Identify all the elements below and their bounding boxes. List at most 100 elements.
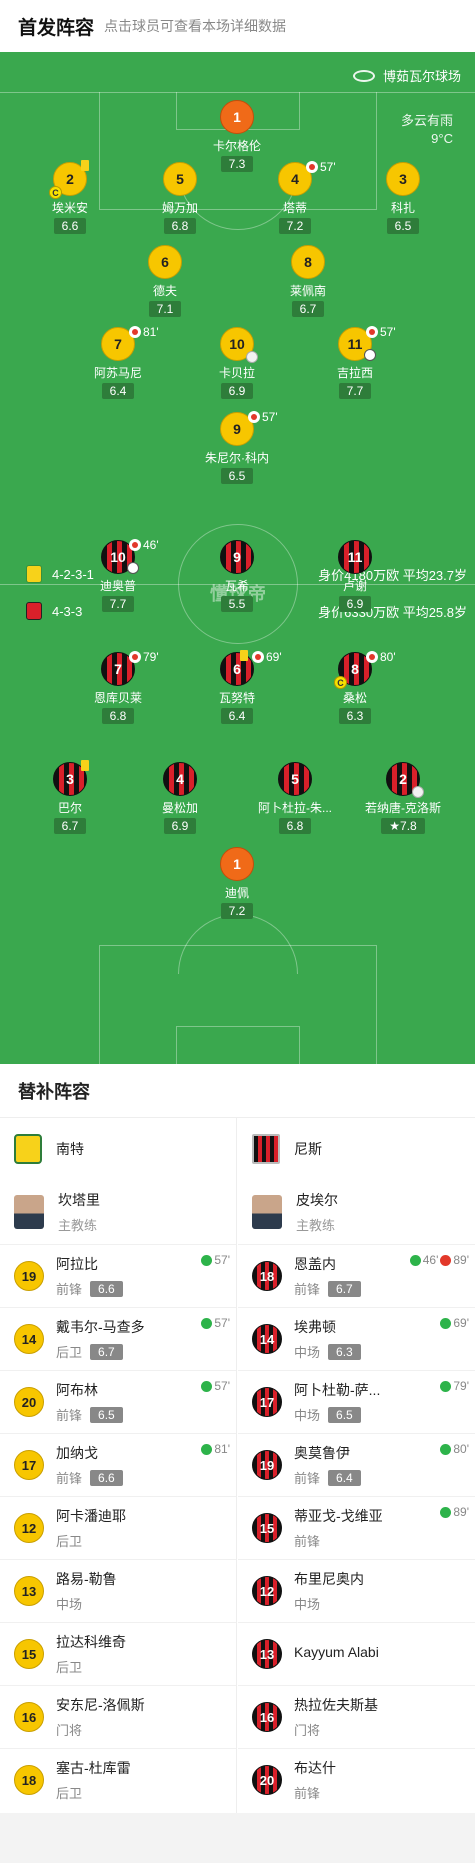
player-name: 德夫 xyxy=(152,284,177,298)
sub-player-meta: 前锋 6.5 xyxy=(56,1405,123,1424)
sub-in-icon xyxy=(409,1254,421,1266)
sub-number-circle: 15 xyxy=(14,1639,44,1669)
sub-player-rating: 6.7 xyxy=(328,1280,361,1297)
sub-player-row[interactable]: 16 热拉佐夫斯基 门将 xyxy=(238,1685,475,1748)
sub-player-row[interactable]: 20 布达什 前锋 xyxy=(238,1748,475,1811)
sub-out-icon xyxy=(440,1254,452,1266)
sub-player-row[interactable]: 19 奥莫鲁伊 前锋 6.4 80' xyxy=(238,1433,475,1496)
sub-player-row[interactable]: 18 塞古-杜库雷 后卫 xyxy=(0,1748,236,1811)
sub-off-icon xyxy=(129,539,141,551)
player-marker[interactable]: 3 巴尔 6.7 xyxy=(15,760,125,835)
sub-player-rating: 6.7 xyxy=(90,1343,123,1360)
player-marker[interactable]: 9 瓦希 5.5 xyxy=(182,540,292,613)
player-marker[interactable]: 4 57' 塔蒂 7.2 xyxy=(240,160,350,235)
sub-player-meta: 前锋 6.6 xyxy=(56,1468,123,1487)
player-name: 科扎 xyxy=(390,201,415,215)
player-marker[interactable]: 5 阿卜杜拉-朱... 6.8 xyxy=(240,762,350,835)
sub-off-minute: 79' xyxy=(143,650,159,664)
sub-player-row[interactable]: 15 拉达科维奇 后卫 xyxy=(0,1622,236,1685)
player-rating: 5.5 xyxy=(220,596,254,612)
player-marker[interactable]: 2 C 埃米安 6.6 xyxy=(15,160,125,235)
player-marker[interactable]: 10 46' 迪奥普 7.7 xyxy=(63,538,173,613)
sub-player-row[interactable]: 19 阿拉比 前锋 6.6 57' xyxy=(0,1244,236,1307)
sub-player-row[interactable]: 14 戴韦尔-马查多 后卫 6.7 57' xyxy=(0,1307,236,1370)
substitution-off: 81' xyxy=(129,325,159,339)
player-rating: 7.1 xyxy=(148,301,182,317)
sub-in-minute: 57' xyxy=(214,1316,230,1330)
player-marker[interactable]: 6 69' 瓦努特 6.4 xyxy=(182,650,292,725)
sub-player-position: 中场 xyxy=(56,1597,83,1612)
sub-off-icon xyxy=(248,411,260,423)
sub-number-circle: 19 xyxy=(14,1261,44,1291)
goal-ball-icon xyxy=(127,562,139,574)
home-coach-role: 主教练 xyxy=(58,1218,98,1233)
sub-off-minute: 69' xyxy=(266,650,282,664)
yellow-card-icon xyxy=(81,160,89,171)
home-coach-row[interactable]: 坎塔里 主教练 xyxy=(0,1180,236,1244)
away-subs-column: 尼斯 皮埃尔 主教练 18 恩盖内 前锋 6.7 46' 89' 14 埃弗顿 中场 6.3 69'… xyxy=(238,1118,475,1813)
sub-player-position: 中场 xyxy=(294,1408,321,1423)
away-team-badge-icon xyxy=(26,602,42,620)
pitch: 博茹瓦尔球场 多云有雨 9°C 4-2-3-1 身价4180万欧 平均23.7岁… xyxy=(0,52,475,1064)
sub-minutes: 46' 89' xyxy=(409,1253,469,1267)
player-number: 11 xyxy=(347,549,363,565)
sub-in-minute: 57' xyxy=(214,1253,230,1267)
player-marker[interactable]: 10 卡贝拉 6.9 xyxy=(182,327,292,400)
subs-title: 替补阵容 xyxy=(0,1064,475,1118)
player-marker[interactable]: 1 迪佩 7.2 xyxy=(182,847,292,920)
sub-player-row[interactable]: 16 安东尼-洛佩斯 门将 xyxy=(0,1685,236,1748)
sub-in-minute: 79' xyxy=(453,1379,469,1393)
sub-in-minute: 89' xyxy=(453,1505,469,1519)
sub-player-row[interactable]: 12 阿卡潘迪耶 后卫 xyxy=(0,1496,236,1559)
player-marker[interactable]: 4 曼松加 6.9 xyxy=(125,762,235,835)
player-rating: 6.6 xyxy=(53,218,87,234)
sub-player-position: 前锋 xyxy=(56,1282,83,1297)
player-marker[interactable]: 3 科扎 6.5 xyxy=(348,162,458,235)
sub-out-minute: 89' xyxy=(453,1253,469,1267)
away-team-row[interactable]: 尼斯 xyxy=(238,1118,475,1180)
player-number: 8 xyxy=(304,254,312,270)
player-name: 瓦希 xyxy=(224,579,249,593)
sub-in-icon xyxy=(440,1506,452,1518)
sub-minutes: 79' xyxy=(440,1379,469,1393)
away-coach-row[interactable]: 皮埃尔 主教练 xyxy=(238,1180,475,1244)
player-marker[interactable]: 8 80' C 桑松 6.3 xyxy=(300,650,410,725)
sub-player-row[interactable]: 13 Kayyum Alabi xyxy=(238,1622,475,1685)
sub-player-meta: 前锋 xyxy=(294,1531,383,1550)
captain-icon: C xyxy=(49,186,62,199)
sub-player-row[interactable]: 14 埃弗顿 中场 6.3 69' xyxy=(238,1307,475,1370)
player-marker[interactable]: 5 姆万加 6.8 xyxy=(125,162,235,235)
player-marker[interactable]: 8 莱佩南 6.7 xyxy=(253,245,363,318)
player-marker[interactable]: 9 57' 朱尼尔·科内 6.5 xyxy=(182,410,292,485)
player-marker[interactable]: 6 德夫 7.1 xyxy=(110,245,220,318)
sub-player-name: 埃弗顿 xyxy=(294,1319,336,1335)
sub-off-icon xyxy=(306,161,318,173)
sub-player-row[interactable]: 13 路易-勒鲁 中场 xyxy=(0,1559,236,1622)
sub-player-info: 路易-勒鲁 中场 xyxy=(56,1569,117,1613)
sub-player-position: 后卫 xyxy=(56,1786,83,1801)
player-marker[interactable]: 11 卢谢 6.9 xyxy=(300,540,410,613)
sub-player-name: 恩盖内 xyxy=(294,1256,336,1272)
player-marker[interactable]: 2 若纳唐-克洛斯 ★7.8 xyxy=(348,762,458,835)
sub-player-row[interactable]: 15 蒂亚戈-戈维亚 前锋 89' xyxy=(238,1496,475,1559)
substitution-off: 57' xyxy=(306,160,336,174)
sub-player-row[interactable]: 17 阿卜杜勒-萨... 中场 6.5 79' xyxy=(238,1370,475,1433)
player-marker[interactable]: 7 79' 恩库贝莱 6.8 xyxy=(63,650,173,725)
sub-player-meta: 门将 xyxy=(56,1720,145,1739)
sub-player-row[interactable]: 12 布里尼奥内 中场 xyxy=(238,1559,475,1622)
sub-player-row[interactable]: 17 加纳戈 前锋 6.6 81' xyxy=(0,1433,236,1496)
home-team-row[interactable]: 南特 xyxy=(0,1118,236,1180)
sub-minutes: 57' xyxy=(201,1253,230,1267)
sub-player-row[interactable]: 18 恩盖内 前锋 6.7 46' 89' xyxy=(238,1244,475,1307)
sub-player-row[interactable]: 20 阿布林 前锋 6.5 57' xyxy=(0,1370,236,1433)
player-marker[interactable]: 11 57' 吉拉西 7.7 xyxy=(300,325,410,400)
player-marker[interactable]: 7 81' 阿苏马尼 6.4 xyxy=(63,325,173,400)
player-number: 6 xyxy=(233,661,241,677)
player-rating: 6.8 xyxy=(278,818,312,834)
away-coach-name: 皮埃尔 xyxy=(296,1192,338,1208)
sub-player-name: 奥莫鲁伊 xyxy=(294,1445,350,1461)
sub-in-icon xyxy=(440,1443,452,1455)
sub-player-info: 布达什 前锋 xyxy=(294,1758,336,1802)
player-number: 2 xyxy=(399,771,407,787)
sub-player-name: 布达什 xyxy=(294,1760,336,1776)
